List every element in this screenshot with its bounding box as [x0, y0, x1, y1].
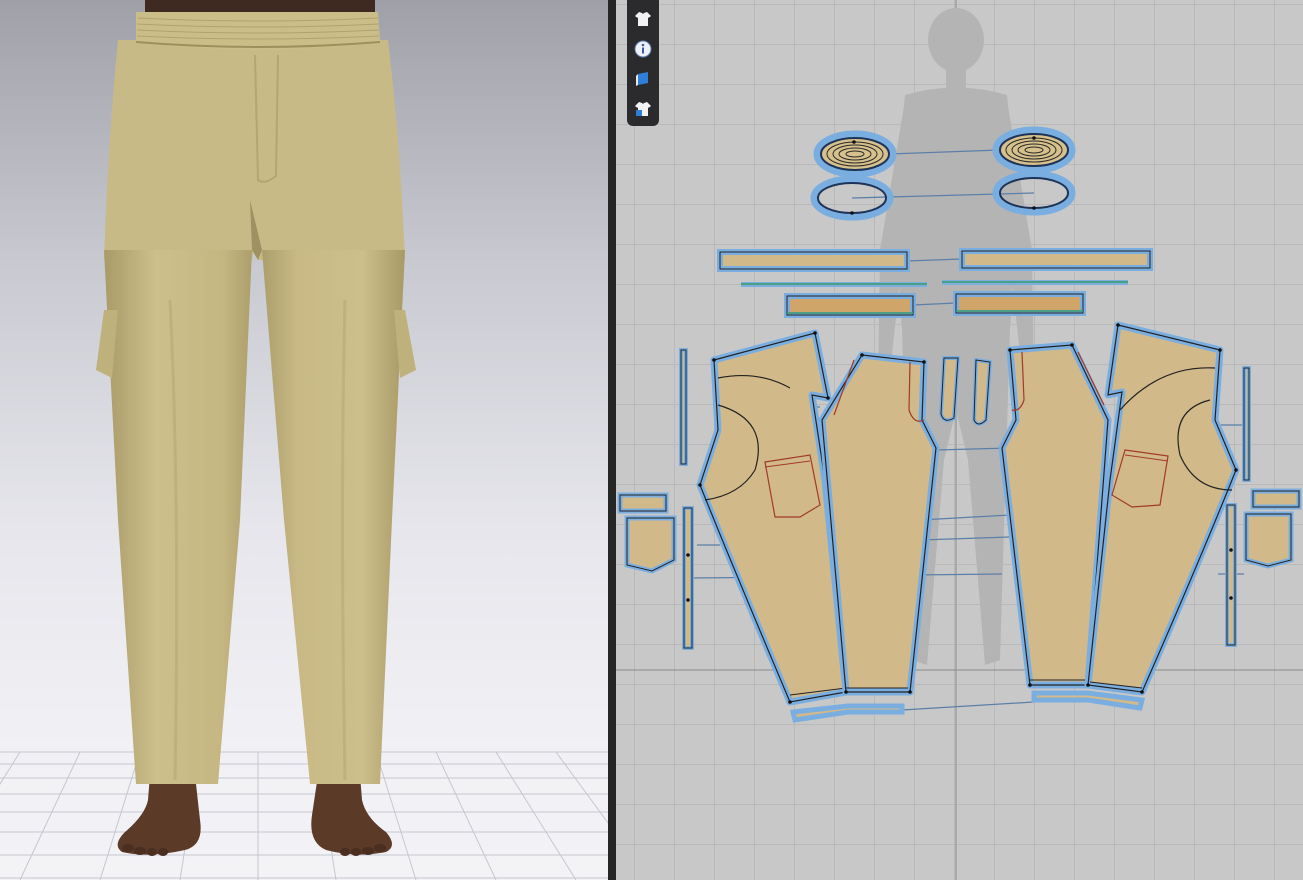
tshirt-lock-icon [635, 102, 651, 116]
panel-divider[interactable] [608, 0, 616, 880]
left-front-piece [818, 351, 940, 696]
3d-viewport[interactable] [0, 0, 608, 880]
avatar-feet [117, 775, 392, 855]
tshirt-icon [635, 12, 651, 26]
floor-grid [0, 751, 608, 880]
texture-button[interactable] [630, 66, 656, 92]
2d-pattern-viewport[interactable] [616, 0, 1303, 880]
garment-layer-button[interactable] [630, 96, 656, 122]
waist-elastic-left [813, 130, 897, 178]
info-icon [634, 40, 652, 58]
left-back-piece [696, 329, 850, 706]
2d-toolbar [627, 0, 659, 126]
show-garment-2d-button[interactable] [630, 6, 656, 32]
info-button[interactable] [630, 36, 656, 62]
waist-elastic-right [992, 126, 1076, 174]
pattern-canvas [616, 0, 1303, 880]
pants-3d [96, 12, 416, 784]
texture-icon [636, 72, 648, 86]
right-back-piece [1084, 321, 1240, 696]
3d-scene [0, 0, 608, 880]
